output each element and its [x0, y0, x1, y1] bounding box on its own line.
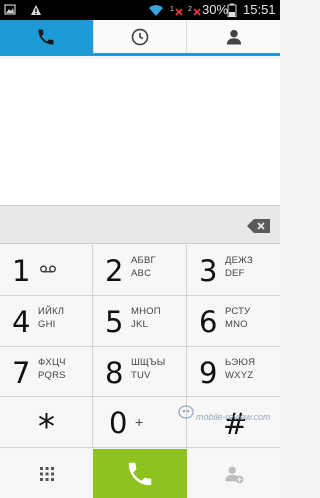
key-letters-cyrillic: ДЕЖЗ	[225, 255, 253, 266]
signal-icon: 1	[170, 6, 183, 16]
status-bar: 1 2 30% 15:51	[0, 0, 280, 20]
bottom-bar	[0, 449, 280, 498]
add-contact-button[interactable]	[187, 449, 280, 498]
call-log-area	[0, 59, 280, 205]
key-0[interactable]: 0 +	[93, 397, 187, 448]
key-digit: 5	[105, 304, 124, 339]
watermark-text: mobile-review.com	[196, 412, 271, 422]
warning-icon	[31, 5, 41, 15]
key-4[interactable]: 4 ИЙКЛ GHI	[0, 295, 93, 347]
battery-percent: 30%	[202, 2, 229, 17]
backspace-icon[interactable]	[246, 218, 272, 234]
key-digit: *	[38, 407, 55, 448]
dialpad-icon	[39, 466, 54, 481]
key-2[interactable]: 2 АБВГ ABC	[93, 245, 187, 296]
tab-phone[interactable]	[0, 20, 94, 53]
key-letters-latin: TUV	[131, 369, 151, 381]
key-letters-cyrillic: РСТУ	[225, 305, 251, 317]
key-letters-cyrillic: ЬЭЮЯ	[225, 356, 256, 368]
key-letters-latin: MNO	[225, 318, 248, 330]
key-star[interactable]: *	[0, 397, 93, 448]
dialer-tabs	[0, 20, 280, 56]
key-letters-latin: PQRS	[38, 369, 66, 381]
key-hash[interactable]: #	[187, 397, 280, 448]
signal-icon: 2	[188, 6, 201, 16]
add-contact-icon	[224, 466, 243, 483]
dialpad-toggle-button[interactable]	[0, 449, 93, 498]
key-digit: 7	[12, 355, 31, 390]
key-digit: 0	[109, 406, 128, 441]
call-icon	[128, 462, 152, 485]
key-letters-cyrillic: ШЩЪЫ	[131, 356, 166, 368]
wifi-icon	[149, 5, 163, 16]
watermark-logo-icon	[178, 405, 194, 419]
key-8[interactable]: 8 ШЩЪЫ TUV	[93, 346, 187, 398]
key-digit: 6	[199, 304, 218, 339]
key-digit: 8	[105, 355, 124, 390]
key-letters-latin: GHI	[38, 318, 56, 330]
key-letters-latin: JKL	[131, 318, 148, 330]
key-letters-latin: DEF	[225, 268, 245, 279]
key-plus: +	[135, 414, 144, 431]
number-field[interactable]	[0, 205, 280, 244]
svg-text:1: 1	[170, 6, 174, 13]
key-1[interactable]: 1	[0, 245, 93, 296]
image-icon	[4, 4, 16, 15]
battery-icon	[227, 3, 237, 17]
contact-icon	[226, 29, 241, 44]
clock-icon	[131, 28, 149, 45]
voicemail-icon	[40, 265, 56, 273]
key-letters-cyrillic: ИЙКЛ	[38, 305, 65, 317]
key-letters-latin: WXYZ	[225, 369, 254, 381]
tab-history[interactable]	[94, 20, 188, 53]
key-letters-latin: ABC	[131, 268, 152, 279]
key-6[interactable]: 6 РСТУ MNO	[187, 295, 280, 347]
tab-contacts[interactable]	[187, 20, 280, 53]
key-3[interactable]: 3 ДЕЖЗ DEF	[187, 245, 280, 296]
key-5[interactable]: 5 МНОП JKL	[93, 295, 187, 347]
key-digit: 1	[12, 254, 31, 288]
key-digit: 2	[105, 254, 124, 288]
key-digit: 4	[12, 304, 31, 339]
key-7[interactable]: 7 ФХЦЧ PQRS	[0, 346, 93, 398]
svg-text:2: 2	[188, 6, 192, 13]
clock-time: 15:51	[243, 2, 276, 17]
key-letters-cyrillic: АБВГ	[131, 255, 156, 266]
key-letters-cyrillic: МНОП	[131, 305, 161, 317]
call-button[interactable]	[93, 449, 187, 498]
key-letters-cyrillic: ФХЦЧ	[38, 356, 66, 368]
phone-icon	[38, 29, 54, 44]
key-digit: 9	[199, 355, 218, 390]
key-digit: 3	[199, 254, 218, 288]
key-9[interactable]: 9 ЬЭЮЯ WXYZ	[187, 346, 280, 398]
